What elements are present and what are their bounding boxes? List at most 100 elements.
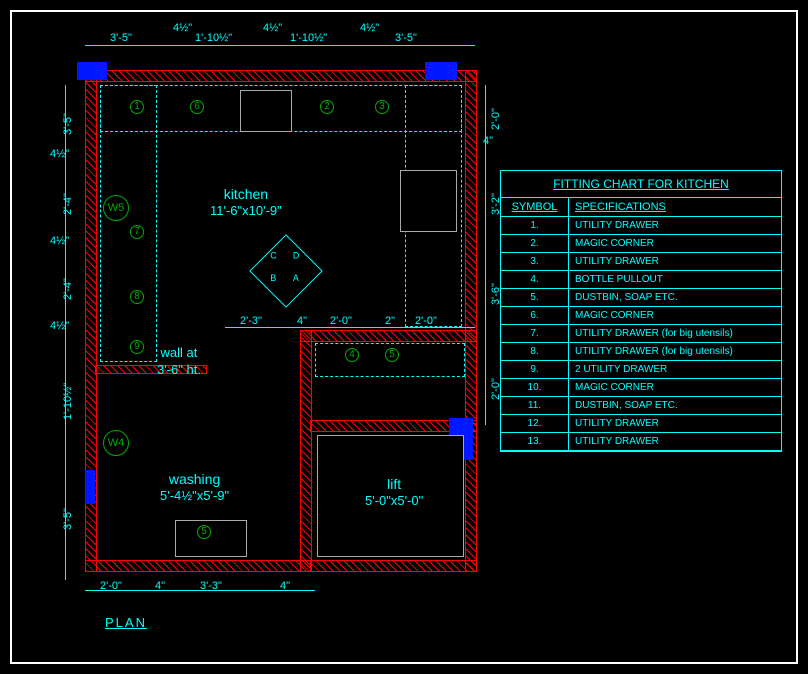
wall-note: wall at 3'-6" ht. bbox=[157, 345, 201, 379]
wall-note-l2: 3'-6" ht. bbox=[157, 362, 201, 379]
dim: 2'-4" bbox=[62, 278, 74, 300]
floor-plan: 1 6 2 3 7 8 9 4 5 5 W5 W4 D A B C kitche… bbox=[65, 40, 475, 600]
fitting-chart: FITTING CHART FOR KITCHEN SYMBOL SPECIFI… bbox=[500, 170, 782, 452]
chart-row-symbol: 7. bbox=[501, 325, 569, 342]
compass: D A B C bbox=[249, 234, 323, 308]
chart-head-spec: SPECIFICATIONS bbox=[569, 198, 781, 216]
chart-row-symbol: 2. bbox=[501, 235, 569, 252]
room-kitchen: kitchen 11'-6"x10'-9" bbox=[210, 185, 282, 220]
dim: 4½" bbox=[173, 22, 192, 34]
room-name: lift bbox=[387, 476, 401, 492]
chart-row-spec: UTILITY DRAWER bbox=[569, 253, 781, 270]
dim: 4" bbox=[280, 580, 290, 592]
chart-row: 6.MAGIC CORNER bbox=[501, 307, 781, 325]
room-size: 5'-0"x5'-0" bbox=[365, 493, 423, 510]
chart-row-spec: BOTTLE PULLOUT bbox=[569, 271, 781, 288]
chart-row-symbol: 12. bbox=[501, 415, 569, 432]
chart-row-spec: UTILITY DRAWER (for big utensils) bbox=[569, 325, 781, 342]
chart-title: FITTING CHART FOR KITCHEN bbox=[501, 171, 781, 198]
chart-row-symbol: 9. bbox=[501, 361, 569, 378]
dim-line bbox=[85, 45, 475, 46]
fixture-marker: 5 bbox=[385, 348, 399, 362]
dim: 4" bbox=[297, 315, 307, 327]
chart-row-spec: MAGIC CORNER bbox=[569, 235, 781, 252]
counter-line bbox=[100, 85, 157, 362]
chart-row-symbol: 3. bbox=[501, 253, 569, 270]
chart-row: 2.MAGIC CORNER bbox=[501, 235, 781, 253]
dim: 4" bbox=[155, 580, 165, 592]
plan-title: PLAN bbox=[105, 615, 147, 630]
sink-fixture bbox=[240, 90, 292, 132]
fixture-marker: 5 bbox=[197, 525, 211, 539]
chart-row-symbol: 10. bbox=[501, 379, 569, 396]
dim: 4½" bbox=[263, 22, 282, 34]
dim: 2'-0" bbox=[330, 315, 352, 327]
wall bbox=[310, 420, 472, 432]
hob-fixture bbox=[400, 170, 457, 232]
dim: 2'-4" bbox=[62, 193, 74, 215]
fixture-marker: 6 bbox=[190, 100, 204, 114]
dim: 3'-5" bbox=[110, 32, 132, 44]
chart-header: SYMBOL SPECIFICATIONS bbox=[501, 198, 781, 217]
fixture-marker: 1 bbox=[130, 100, 144, 114]
fixture-marker: 9 bbox=[130, 340, 144, 354]
wall bbox=[85, 70, 477, 82]
dim: 1'-10½" bbox=[62, 383, 74, 420]
window-marker: W5 bbox=[103, 195, 129, 221]
chart-row-symbol: 4. bbox=[501, 271, 569, 288]
chart-row-symbol: 11. bbox=[501, 397, 569, 414]
wall bbox=[465, 70, 477, 432]
fixture-marker: 8 bbox=[130, 290, 144, 304]
fixture-marker: 3 bbox=[375, 100, 389, 114]
chart-row: 13.UTILITY DRAWER bbox=[501, 433, 781, 451]
dim: 3'-5" bbox=[62, 508, 74, 530]
compass-c: C bbox=[270, 251, 277, 261]
fixture-marker: 4 bbox=[345, 348, 359, 362]
chart-row-spec: UTILITY DRAWER bbox=[569, 433, 781, 450]
chart-row: 8.UTILITY DRAWER (for big utensils) bbox=[501, 343, 781, 361]
dim: 4" bbox=[483, 135, 493, 147]
dim: 4½" bbox=[50, 235, 69, 247]
room-name: kitchen bbox=[224, 186, 268, 202]
chart-row: 9.2 UTILITY DRAWER bbox=[501, 361, 781, 379]
wall bbox=[310, 560, 477, 572]
chart-row: 1.UTILITY DRAWER bbox=[501, 217, 781, 235]
compass-d: D bbox=[293, 251, 300, 261]
dim: 1'-10½" bbox=[290, 32, 327, 44]
room-name: washing bbox=[169, 471, 220, 487]
column bbox=[425, 62, 457, 80]
dim: 3'-5" bbox=[395, 32, 417, 44]
compass-b: B bbox=[270, 273, 276, 283]
compass-a: A bbox=[293, 273, 299, 283]
dim: 2" bbox=[385, 315, 395, 327]
dim: 4½" bbox=[360, 22, 379, 34]
chart-row-spec: DUSTBIN, SOAP ETC. bbox=[569, 397, 781, 414]
chart-row-symbol: 8. bbox=[501, 343, 569, 360]
wall bbox=[300, 330, 312, 572]
room-washing: washing 5'-4½"x5'-9" bbox=[160, 470, 229, 505]
chart-head-symbol: SYMBOL bbox=[501, 198, 569, 216]
chart-row-spec: MAGIC CORNER bbox=[569, 379, 781, 396]
room-size: 5'-4½"x5'-9" bbox=[160, 488, 229, 505]
chart-row: 5.DUSTBIN, SOAP ETC. bbox=[501, 289, 781, 307]
chart-row: 4.BOTTLE PULLOUT bbox=[501, 271, 781, 289]
chart-row-symbol: 5. bbox=[501, 289, 569, 306]
column bbox=[77, 62, 107, 80]
dim: 4½" bbox=[50, 320, 69, 332]
chart-row: 7.UTILITY DRAWER (for big utensils) bbox=[501, 325, 781, 343]
dim: 4½" bbox=[50, 148, 69, 160]
dim: 2'-0" bbox=[415, 315, 437, 327]
dim: 1'-10½" bbox=[195, 32, 232, 44]
chart-row-spec: MAGIC CORNER bbox=[569, 307, 781, 324]
wall-note-l1: wall at bbox=[161, 345, 198, 360]
chart-row-spec: 2 UTILITY DRAWER bbox=[569, 361, 781, 378]
chart-row-symbol: 13. bbox=[501, 433, 569, 450]
sink-fixture bbox=[175, 520, 247, 557]
chart-row-symbol: 1. bbox=[501, 217, 569, 234]
wall bbox=[300, 330, 477, 342]
chart-row-spec: UTILITY DRAWER (for big utensils) bbox=[569, 343, 781, 360]
dim: 2'-3" bbox=[240, 315, 262, 327]
fixture-marker: 7 bbox=[130, 225, 144, 239]
chart-row: 10.MAGIC CORNER bbox=[501, 379, 781, 397]
chart-rows: 1.UTILITY DRAWER2.MAGIC CORNER3.UTILITY … bbox=[501, 217, 781, 451]
